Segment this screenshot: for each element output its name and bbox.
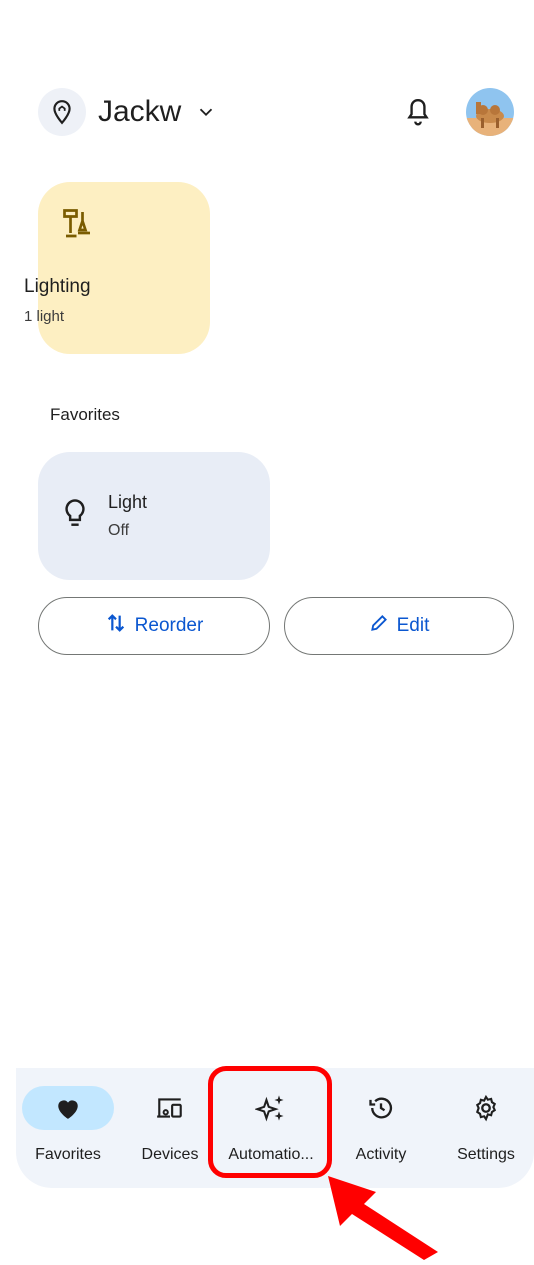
space-subtitle: 1 light [24, 308, 65, 325]
lightbulb-icon [60, 498, 90, 537]
device-state: Off [108, 522, 130, 539]
notification-bell-icon[interactable] [400, 94, 436, 130]
heart-icon [22, 1086, 114, 1130]
space-title: Lighting [24, 276, 91, 297]
location-pin-icon [38, 88, 86, 136]
reorder-button[interactable]: Reorder [38, 597, 270, 655]
devices-icon [124, 1086, 216, 1130]
nav-label: Favorites [35, 1146, 101, 1163]
home-selector[interactable]: Jackw [38, 88, 217, 136]
device-name: Light [108, 492, 148, 512]
pencil-icon [369, 613, 389, 639]
annotation-highlight-box [208, 1066, 332, 1178]
edit-button[interactable]: Edit [284, 597, 514, 655]
nav-label: Devices [141, 1146, 199, 1163]
reorder-label: Reorder [134, 615, 204, 636]
reorder-icon [105, 611, 127, 641]
home-name: Jackw [98, 95, 182, 128]
nav-label: Activity [355, 1146, 407, 1163]
nav-item-settings[interactable]: Settings [436, 1086, 534, 1164]
nav-item-activity[interactable]: Activity [331, 1086, 431, 1164]
space-card-lighting[interactable] [38, 182, 210, 354]
edit-label: Edit [396, 615, 430, 636]
gear-icon [440, 1086, 532, 1130]
avatar[interactable] [466, 88, 514, 136]
device-tile-light[interactable] [38, 452, 270, 580]
nav-item-devices[interactable]: Devices [120, 1086, 220, 1164]
chevron-down-icon [195, 101, 217, 123]
lamp-icon [60, 206, 96, 247]
history-icon [335, 1086, 427, 1130]
annotation-arrow-icon [318, 1172, 448, 1265]
favorites-section-label: Favorites [50, 405, 120, 424]
nav-item-favorites[interactable]: Favorites [18, 1086, 118, 1164]
nav-label: Settings [457, 1146, 515, 1163]
